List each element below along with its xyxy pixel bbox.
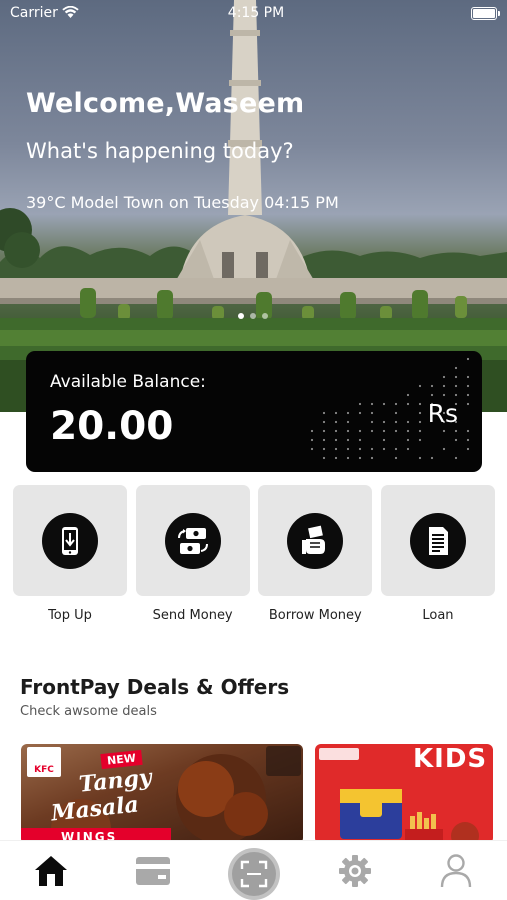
carousel-dots[interactable] (238, 313, 268, 319)
kfc-logo: KFC (27, 747, 61, 777)
bottom-tab-bar (0, 840, 507, 900)
phone-topup-icon (57, 526, 83, 556)
hero-subtitle: What's happening today? (26, 139, 294, 163)
loan-bill-icon (426, 526, 450, 556)
kids-headline: KIDS (413, 744, 487, 774)
status-bar: Carrier 4:15 PM (0, 0, 507, 28)
scan-icon (240, 860, 268, 888)
tab-wallet[interactable] (131, 849, 175, 893)
deal-card-kfc[interactable]: KFC NEW Tangy Masala WINGS (21, 744, 303, 844)
balance-card[interactable]: Available Balance: 20.00 Rs (26, 351, 482, 472)
app-screen: Carrier 4:15 PM Welcome,Waseem What's ha… (0, 0, 507, 900)
kfc-deal-artwork (21, 744, 303, 844)
welcome-heading: Welcome,Waseem (26, 88, 304, 119)
deals-section-subtitle: Check awsome deals (20, 704, 157, 719)
action-tile[interactable] (381, 485, 495, 596)
wallet-card-icon (134, 855, 172, 887)
carousel-dot[interactable] (238, 313, 244, 319)
quick-actions: Top Up Send Money Borrow Money Loan (13, 485, 495, 623)
deals-section-title: FrontPay Deals & Offers (20, 675, 289, 699)
home-icon (33, 854, 69, 888)
tab-scan[interactable] (228, 848, 280, 900)
action-label: Loan (422, 608, 453, 623)
carousel-dot[interactable] (262, 313, 268, 319)
top-up-button[interactable]: Top Up (13, 485, 127, 623)
send-money-button[interactable]: Send Money (136, 485, 250, 623)
action-label: Borrow Money (269, 608, 362, 623)
action-tile[interactable] (13, 485, 127, 596)
balance-label: Available Balance: (50, 372, 206, 392)
carousel-dot[interactable] (250, 313, 256, 319)
battery-icon (471, 7, 497, 20)
borrow-money-button[interactable]: Borrow Money (258, 485, 372, 623)
action-tile[interactable] (136, 485, 250, 596)
gear-icon (337, 853, 373, 889)
status-time: 4:15 PM (226, 5, 286, 21)
action-tile[interactable] (258, 485, 372, 596)
action-label: Top Up (48, 608, 92, 623)
balance-amount: 20.00 (50, 404, 173, 449)
tab-settings[interactable] (333, 849, 377, 893)
deal-card-kids[interactable]: KIDS (315, 744, 493, 844)
profile-icon (440, 853, 472, 889)
borrow-money-icon (300, 525, 330, 557)
tab-profile[interactable] (434, 849, 478, 893)
wifi-icon (62, 6, 79, 19)
loan-button[interactable]: Loan (381, 485, 495, 623)
tab-home[interactable] (29, 849, 73, 893)
carrier-label: Carrier (10, 5, 58, 21)
action-label: Send Money (153, 608, 233, 623)
currency-label: Rs (428, 399, 458, 428)
weather-info: 39°C Model Town on Tuesday 04:15 PM (26, 193, 339, 212)
send-money-icon (177, 526, 209, 556)
